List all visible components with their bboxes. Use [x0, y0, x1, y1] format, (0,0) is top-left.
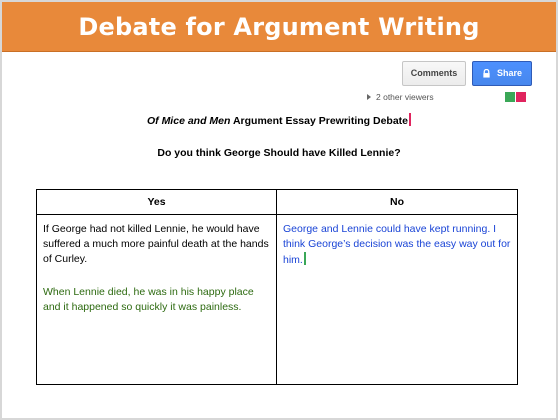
document-title: Of Mice and Men Argument Essay Prewritin… [2, 113, 556, 127]
no-column-header: No [276, 189, 518, 215]
document-title-book: Of Mice and Men [146, 115, 231, 127]
viewer-avatar-green [505, 92, 515, 102]
lock-icon [483, 69, 490, 78]
no-argument-text: George and Lennie could have kept runnin… [283, 223, 511, 266]
document-title-rest: Argument Essay Prewriting Debate [230, 115, 408, 127]
other-viewers-label: 2 other viewers [376, 92, 434, 102]
collaborator-cursor-green [303, 252, 306, 265]
yes-argument: When Lennie died, he was in his happy pl… [43, 286, 254, 313]
yes-column-header: Yes [36, 189, 277, 215]
no-cell[interactable]: George and Lennie could have kept runnin… [276, 214, 518, 385]
slide: Debate for Argument Writing Comments Sha… [0, 0, 558, 420]
slide-title: Debate for Argument Writing [78, 13, 480, 41]
table-row: If George had not killed Lennie, he woul… [36, 214, 518, 385]
viewer-avatar-pink [516, 92, 526, 102]
share-button[interactable]: Share [472, 61, 532, 86]
caret-right-icon [367, 94, 371, 100]
title-banner: Debate for Argument Writing [2, 2, 556, 52]
comments-button[interactable]: Comments [402, 61, 466, 86]
table-header-row: Yes No [36, 189, 518, 215]
debate-table: Yes No If George had not killed Lennie, … [36, 189, 518, 385]
share-label: Share [496, 68, 522, 78]
yes-argument: If George had not killed Lennie, he woul… [43, 223, 269, 265]
collaborator-cursor-pink [409, 113, 411, 126]
no-argument: George and Lennie could have kept runnin… [283, 222, 511, 268]
debate-question: Do you think George Should have Killed L… [157, 147, 401, 159]
yes-cell[interactable]: If George had not killed Lennie, he woul… [36, 214, 277, 385]
other-viewers-toggle[interactable]: 2 other viewers [367, 92, 434, 102]
